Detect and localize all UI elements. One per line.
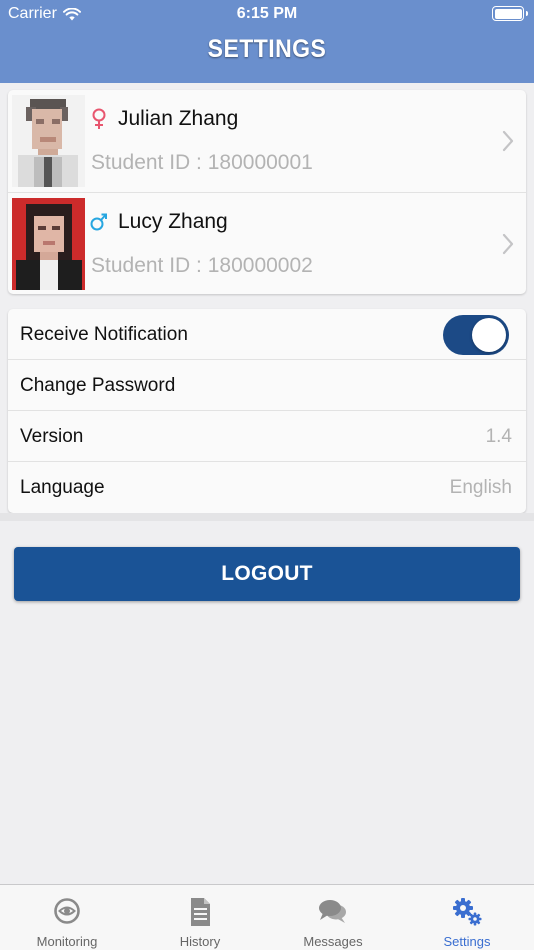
- notification-label: Receive Notification: [20, 324, 188, 345]
- battery-icon: [492, 6, 528, 21]
- chevron-right-icon: [502, 233, 514, 255]
- tab-label: Monitoring: [36, 934, 98, 949]
- female-symbol-icon: [92, 108, 106, 129]
- tab-monitoring[interactable]: Monitoring: [0, 885, 134, 950]
- setting-row-language[interactable]: Language English: [8, 462, 526, 513]
- tab-label: History: [179, 934, 221, 949]
- notification-toggle[interactable]: [443, 315, 509, 355]
- tab-label: Settings: [443, 934, 491, 949]
- chat-bubbles-icon: [319, 900, 346, 923]
- section-divider: [0, 513, 534, 521]
- change-password-label: Change Password: [20, 375, 176, 396]
- student-row-julian[interactable]: Julian Zhang Student ID : 180000001: [8, 90, 526, 192]
- status-bar: Carrier 6:15 PM: [0, 0, 534, 28]
- tab-settings[interactable]: Settings: [400, 885, 534, 950]
- tab-bar: Monitoring History Messages Settings: [0, 884, 534, 950]
- setting-row-password[interactable]: Change Password: [8, 360, 526, 411]
- chevron-right-icon: [502, 130, 514, 152]
- tab-label: Messages: [303, 934, 363, 949]
- student-id: Student ID : 180000002: [91, 254, 313, 277]
- version-label: Version: [20, 426, 84, 447]
- tab-messages[interactable]: Messages: [266, 885, 400, 950]
- monitoring-icon: [54, 898, 80, 924]
- avatar: [12, 198, 85, 290]
- language-label: Language: [20, 477, 105, 498]
- student-list: Julian Zhang Student ID : 180000001 Lucy…: [8, 90, 526, 294]
- settings-list: Receive Notification Change Password Ver…: [8, 309, 526, 513]
- version-value: 1.4: [485, 426, 512, 447]
- tab-history[interactable]: History: [133, 885, 267, 950]
- male-symbol-icon: [90, 213, 107, 231]
- logout-button[interactable]: LOGOUT: [14, 547, 520, 601]
- status-time: 6:15 PM: [236, 5, 298, 22]
- avatar: [12, 95, 85, 187]
- language-value: English: [449, 477, 512, 498]
- setting-row-version: Version 1.4: [8, 411, 526, 462]
- page-title: SETTINGS: [207, 35, 327, 63]
- document-icon: [191, 898, 210, 926]
- setting-row-notification: Receive Notification: [8, 309, 526, 360]
- toggle-knob: [472, 318, 506, 352]
- nav-header: Carrier 6:15 PM SETTINGS: [0, 0, 534, 83]
- student-id: Student ID : 180000001: [91, 151, 313, 174]
- student-row-lucy[interactable]: Lucy Zhang Student ID : 180000002: [8, 192, 526, 294]
- gears-icon: [453, 898, 482, 926]
- student-name: Lucy Zhang: [118, 210, 228, 233]
- student-name: Julian Zhang: [118, 107, 239, 130]
